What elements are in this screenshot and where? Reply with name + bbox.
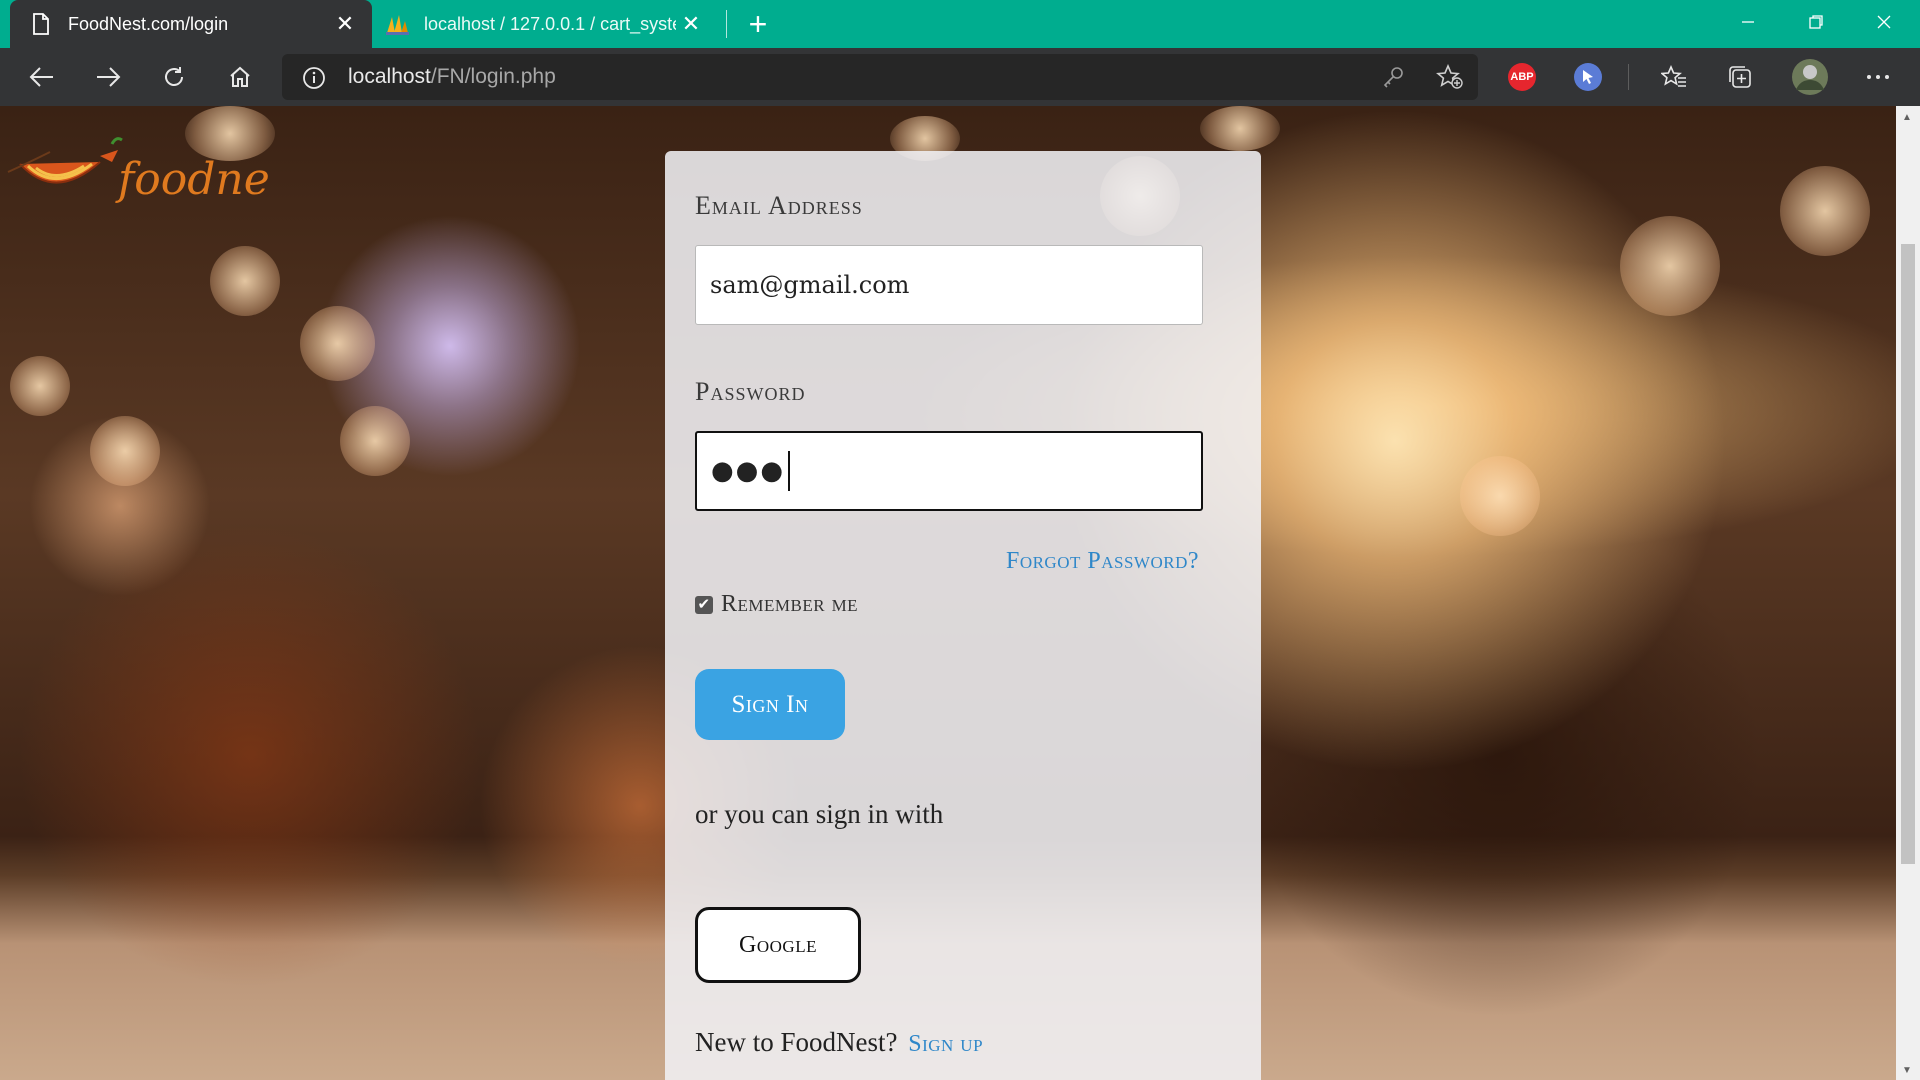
page-icon <box>28 11 54 37</box>
key-icon[interactable] <box>1382 66 1404 93</box>
remember-me[interactable]: ✔ Remember me <box>695 591 858 618</box>
phpmyadmin-icon <box>384 11 410 37</box>
background-bokeh <box>1200 106 1280 151</box>
scrollbar-thumb[interactable] <box>1901 244 1915 864</box>
password-field[interactable]: ●●● <box>695 431 1203 511</box>
close-window-icon[interactable] <box>1850 0 1918 44</box>
sign-up-link[interactable]: Sign up <box>908 1031 983 1057</box>
login-card: Email Address sam@gmail.com Password ●●●… <box>665 151 1261 1080</box>
tab-foodnest-login[interactable]: FoodNest.com/login ✕ <box>10 0 372 48</box>
address-bar[interactable]: localhost/FN/login.php <box>282 54 1478 100</box>
background-bokeh <box>1460 456 1540 536</box>
tab-bar: FoodNest.com/login ✕ localhost / 127.0.0… <box>0 0 1920 48</box>
minimize-icon[interactable] <box>1714 0 1782 44</box>
text-caret <box>788 451 791 491</box>
remember-me-label: Remember me <box>721 591 859 617</box>
home-icon[interactable] <box>220 57 260 97</box>
sign-in-button[interactable]: Sign In <box>695 669 845 740</box>
site-info-icon[interactable] <box>302 66 326 95</box>
tab-separator <box>726 10 727 38</box>
background-bokeh <box>90 416 160 486</box>
logo-wordmark: foodnest <box>115 154 270 205</box>
refresh-icon[interactable] <box>154 57 194 97</box>
tab-title: FoodNest.com/login <box>68 13 229 34</box>
collections-icon[interactable] <box>1720 57 1760 97</box>
background-bokeh <box>210 246 280 316</box>
background-bokeh <box>340 406 410 476</box>
favorites-icon[interactable] <box>1654 57 1694 97</box>
new-user-text: New to FoodNest? <box>695 1027 898 1057</box>
background-bokeh <box>1620 216 1720 316</box>
back-arrow-icon[interactable] <box>22 57 62 97</box>
tab-title: localhost / 127.0.0.1 / cart_system <box>424 13 676 34</box>
foodnest-logo[interactable]: foodnest <box>0 132 310 216</box>
more-menu-icon[interactable] <box>1858 57 1898 97</box>
google-signin-button[interactable]: Google <box>695 907 861 983</box>
email-label: Email Address <box>695 191 863 220</box>
remember-me-checkbox[interactable]: ✔ <box>695 595 713 614</box>
background-bokeh <box>10 356 70 416</box>
scroll-up-icon[interactable]: ▲ <box>1902 112 1912 123</box>
password-value: ●●● <box>711 456 786 486</box>
forward-arrow-icon[interactable] <box>88 57 128 97</box>
page-scrollbar[interactable]: ▲ ▼ <box>1896 106 1920 1080</box>
background-bokeh <box>300 306 375 381</box>
cursor-extension-icon[interactable] <box>1574 63 1602 91</box>
password-label: Password <box>695 377 806 406</box>
tab-phpmyadmin[interactable]: localhost / 127.0.0.1 / cart_system ✕ <box>378 0 718 48</box>
close-tab-icon[interactable]: ✕ <box>676 9 706 39</box>
url-path: /FN/login.php <box>430 65 556 88</box>
email-field[interactable]: sam@gmail.com <box>695 245 1203 325</box>
address-url[interactable]: localhost/FN/login.php <box>348 65 556 89</box>
adblock-plus-icon[interactable]: ABP <box>1508 63 1536 91</box>
new-tab-button[interactable]: + <box>740 6 776 42</box>
restore-icon[interactable] <box>1782 0 1850 44</box>
alt-signin-text: or you can sign in with <box>695 799 944 829</box>
profile-avatar[interactable] <box>1788 55 1832 99</box>
browser-toolbar: localhost/FN/login.php ABP <box>0 48 1920 106</box>
signup-prompt: New to FoodNest? Sign up <box>695 1027 983 1058</box>
url-host: localhost <box>348 65 431 88</box>
add-favorite-icon[interactable] <box>1436 63 1464 95</box>
forgot-password-link[interactable]: Forgot Password? <box>1006 548 1199 575</box>
page-viewport: foodnest Email Address sam@gmail.com Pas… <box>0 106 1896 1080</box>
close-tab-icon[interactable]: ✕ <box>330 9 360 39</box>
scroll-down-icon[interactable]: ▼ <box>1902 1065 1912 1076</box>
toolbar-separator <box>1628 64 1629 90</box>
background-bokeh <box>1780 166 1870 256</box>
